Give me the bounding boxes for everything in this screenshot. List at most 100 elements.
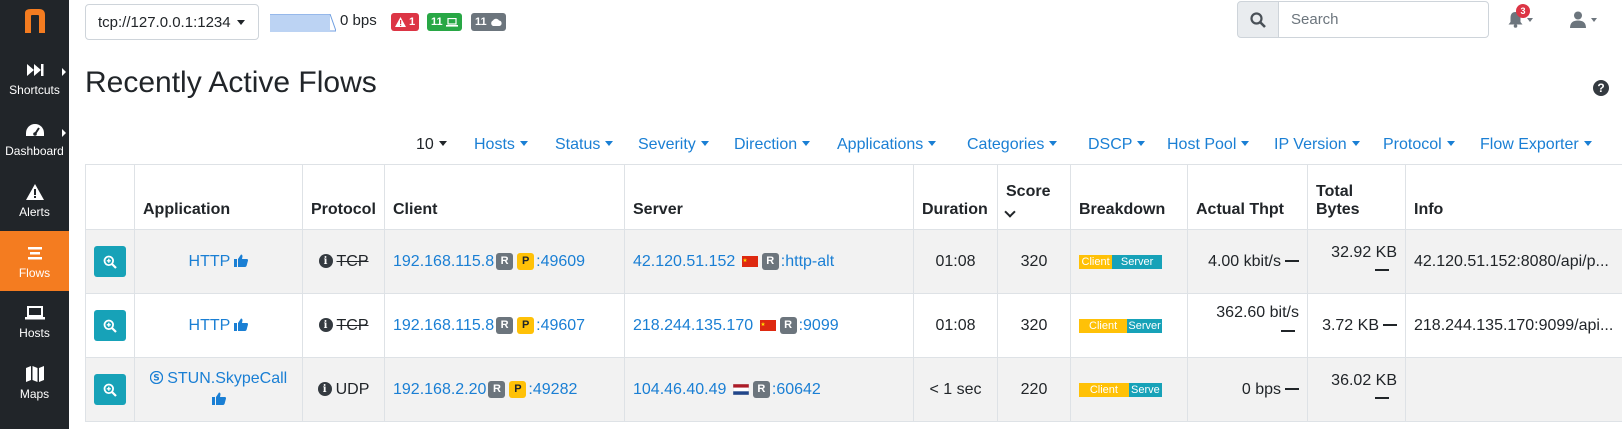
remote-badge: R — [779, 316, 797, 334]
sidebar-item-hosts[interactable]: Hosts — [0, 291, 69, 351]
client-ip-link[interactable]: 192.168.115.8 — [393, 253, 494, 270]
server-port-link[interactable]: :9099 — [799, 317, 839, 334]
flow-details-button[interactable] — [94, 246, 126, 277]
interface-select[interactable]: tcp://127.0.0.1:1234 — [85, 4, 259, 40]
search-input[interactable] — [1278, 1, 1489, 38]
info-icon[interactable]: i — [318, 318, 333, 333]
header-server[interactable]: Server — [624, 164, 914, 230]
client-port-link[interactable]: :49609 — [536, 253, 585, 270]
cloud-icon — [490, 18, 502, 26]
zoom-in-icon — [103, 383, 117, 397]
breakdown-client: Client — [1079, 318, 1128, 333]
chevron-down-icon — [236, 19, 245, 25]
netherlands-flag-icon — [732, 383, 749, 395]
throughput-sparkline — [270, 14, 336, 32]
breakdown-server: Server — [1112, 254, 1162, 269]
header-duration[interactable]: Duration — [913, 164, 998, 230]
server-port-link[interactable]: :60642 — [772, 381, 821, 398]
server-cell: 104.46.40.49 R:60642 — [624, 357, 914, 422]
client-port-link[interactable]: :49282 — [528, 381, 577, 398]
header-application[interactable]: Application — [134, 164, 303, 230]
sidebar-item-shortcuts[interactable]: Shortcuts — [0, 48, 69, 108]
breakdown-client: Client — [1079, 382, 1129, 397]
application-link[interactable]: HTTP — [189, 317, 230, 334]
filter-applications[interactable]: Applications — [837, 136, 936, 154]
sidebar-item-label: Dashboard — [5, 143, 64, 158]
client-port-link[interactable]: :49607 — [536, 317, 585, 334]
filter-ip-version[interactable]: IP Version — [1274, 136, 1360, 154]
protocol-cell: i TCP — [302, 293, 385, 358]
header-protocol[interactable]: Protocol — [302, 164, 385, 230]
trend-flat-icon — [1196, 322, 1299, 340]
client-ip-link[interactable]: 192.168.2.20 — [393, 381, 486, 398]
server-cell: 42.120.51.152 R:http-alt — [624, 229, 914, 294]
ntopng-logo[interactable] — [0, 0, 69, 42]
filter-hosts[interactable]: Hosts — [474, 136, 528, 154]
flows-table: Application Protocol Client Server Durat… — [85, 164, 1622, 422]
local-hosts-badge[interactable]: 11 — [427, 13, 462, 31]
remote-hosts-badge[interactable]: 11 — [471, 13, 506, 31]
score-cell: 320 — [997, 229, 1071, 294]
alerts-badge[interactable]: 1 — [391, 13, 420, 31]
duration-cell: 01:08 — [913, 293, 998, 358]
skype-icon: S — [149, 370, 163, 384]
server-ip-link[interactable]: 218.244.135.170 — [633, 317, 753, 334]
private-badge: P — [517, 252, 535, 270]
info-cell: 218.244.135.170:9099/api... — [1405, 293, 1622, 358]
protocol-value: UDP — [335, 380, 370, 398]
map-icon — [25, 364, 44, 384]
breakdown-bar: Client Server — [1079, 254, 1162, 269]
filter-status[interactable]: Status — [555, 136, 613, 154]
bytes-cell: 36.02 KB — [1307, 357, 1406, 422]
sidebar-item-dashboard[interactable]: Dashboard — [0, 109, 69, 169]
breakdown-cell: Client Server — [1070, 293, 1188, 358]
filter-flow-exporter[interactable]: Flow Exporter — [1480, 136, 1592, 154]
help-icon[interactable]: ? — [1593, 80, 1609, 96]
filter-severity[interactable]: Severity — [638, 136, 709, 154]
user-menu-button[interactable] — [1570, 11, 1586, 33]
svg-text:S: S — [153, 373, 159, 383]
sidebar-item-flows[interactable]: Flows — [0, 231, 69, 291]
filter-categories[interactable]: Categories — [967, 136, 1057, 154]
header-total-bytes[interactable]: Total Bytes — [1307, 164, 1406, 230]
china-flag-icon — [741, 255, 758, 267]
thumbs-up-icon — [234, 254, 249, 267]
server-port-link[interactable]: :http-alt — [781, 253, 834, 270]
header-breakdown[interactable]: Breakdown — [1070, 164, 1188, 230]
warning-icon — [25, 182, 44, 202]
logo-icon — [24, 9, 45, 33]
header-info[interactable]: Info — [1405, 164, 1622, 230]
info-icon[interactable]: i — [318, 254, 333, 269]
application-link[interactable]: HTTP — [189, 253, 230, 270]
bytes-value: 36.02 KB — [1331, 371, 1397, 389]
client-ip-link[interactable]: 192.168.115.8 — [393, 317, 494, 334]
filter-dscp[interactable]: DSCP — [1088, 136, 1145, 154]
table-row: HTTP i TCP 192.168.115.8 R P:49607 218.244.… — [85, 293, 1622, 358]
flow-details-button[interactable] — [94, 310, 126, 341]
filter-direction[interactable]: Direction — [734, 136, 810, 154]
header-total-bytes-line2: Bytes — [1316, 201, 1360, 218]
server-ip-link[interactable]: 104.46.40.49 — [633, 381, 726, 398]
filter-host-pool[interactable]: Host Pool — [1167, 136, 1249, 154]
header-actual-thpt[interactable]: Actual Thpt — [1187, 164, 1308, 230]
header-total-bytes-line1: Total — [1316, 183, 1354, 200]
page-size-dropdown[interactable]: 10 — [416, 136, 447, 154]
zoom-in-icon — [103, 319, 117, 333]
search-button[interactable] — [1237, 1, 1279, 38]
application-link[interactable]: STUN.SkypeCall — [167, 370, 287, 387]
header-score[interactable]: Score — [997, 164, 1071, 230]
client-cell: 192.168.115.8 R P:49607 — [384, 293, 625, 358]
warning-icon — [395, 17, 406, 27]
server-ip-link[interactable]: 42.120.51.152 — [633, 253, 735, 270]
sort-desc-icon — [1004, 203, 1062, 221]
row-actions-cell — [85, 357, 135, 422]
flow-details-button[interactable] — [94, 374, 126, 405]
sidebar-item-maps[interactable]: Maps — [0, 352, 69, 412]
thpt-cell: 362.60 bit/s — [1187, 293, 1308, 358]
submenu-caret-icon — [62, 129, 66, 137]
header-client[interactable]: Client — [384, 164, 625, 230]
filter-protocol[interactable]: Protocol — [1383, 136, 1455, 154]
sidebar-item-alerts[interactable]: Alerts — [0, 170, 69, 230]
score-cell: 220 — [997, 357, 1071, 422]
info-icon[interactable]: i — [317, 382, 332, 397]
